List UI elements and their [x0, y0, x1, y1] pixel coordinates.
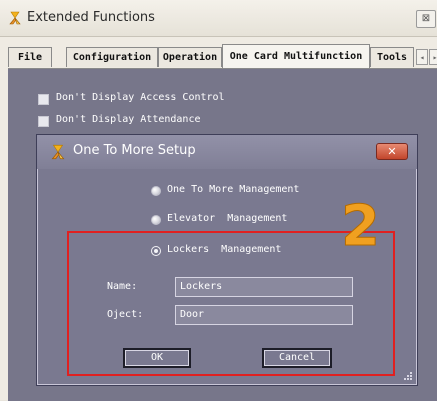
radio-label-lockers-management: Lockers Management [167, 244, 282, 255]
title-bar: Extended Functions ⊠ [0, 0, 437, 37]
one-to-more-setup-dialog: One To More Setup ✕ One To More Manageme… [36, 134, 418, 386]
name-input[interactable]: Lockers [175, 277, 353, 297]
tab-strip: File Configuration Operation One Card Mu… [8, 44, 437, 68]
object-input[interactable]: Door [175, 305, 353, 325]
radio-label-elevator-management: Elevator Management [167, 213, 288, 224]
tab-tools[interactable]: Tools [370, 47, 414, 67]
close-button[interactable]: ⊠ [416, 10, 436, 28]
cancel-button[interactable]: Cancel [262, 348, 332, 368]
tab-file[interactable]: File [8, 47, 52, 67]
radio-label-one-to-more-management: One To More Management [167, 184, 300, 195]
object-field-label: Oject: [107, 309, 144, 320]
dialog-app-icon [51, 144, 65, 160]
window-title: Extended Functions [27, 10, 155, 25]
radio-one-to-more-management[interactable] [151, 186, 161, 196]
resize-grip-icon[interactable] [403, 371, 413, 381]
checkbox-label-access-control: Don't Display Access Control [56, 92, 225, 103]
tab-one-card-multifunction[interactable]: One Card Multifunction [222, 44, 370, 68]
tab-scroll-right-button[interactable]: ▸ [429, 49, 437, 65]
tab-scroll-left-button[interactable]: ◂ [416, 49, 428, 65]
radio-elevator-management[interactable] [151, 215, 161, 225]
tab-configuration[interactable]: Configuration [66, 47, 158, 67]
extended-functions-window: Extended Functions ⊠ File Configuration … [0, 0, 437, 401]
tab-operation[interactable]: Operation [158, 47, 222, 67]
checkbox-attendance[interactable] [38, 116, 49, 127]
radio-lockers-management[interactable] [151, 246, 161, 256]
dialog-close-button[interactable]: ✕ [376, 143, 408, 160]
dialog-title-bar: One To More Setup ✕ [37, 135, 417, 169]
checkbox-label-attendance: Don't Display Attendance [56, 114, 201, 125]
ok-button[interactable]: OK [123, 348, 191, 368]
dialog-title: One To More Setup [73, 143, 196, 158]
checkbox-access-control[interactable] [38, 94, 49, 105]
name-field-label: Name: [107, 281, 138, 292]
annotation-step-number: 2 [341, 194, 381, 259]
app-icon [9, 11, 21, 25]
